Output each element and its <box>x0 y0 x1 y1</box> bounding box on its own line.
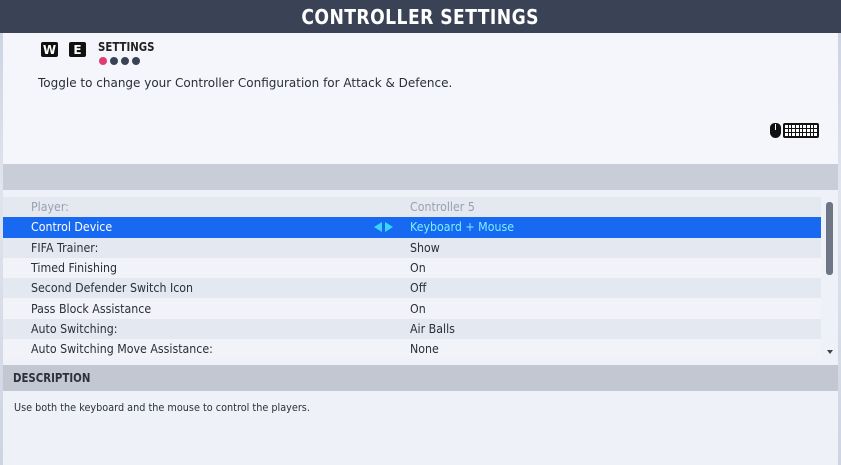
setting-value: On <box>410 301 426 316</box>
setting-value: Air Balls <box>410 321 455 336</box>
setting-value: Off <box>410 281 427 296</box>
panel-header: W E SETTINGS Toggle to change your Contr… <box>3 33 838 164</box>
page-dot-3[interactable] <box>121 57 129 65</box>
setting-label: FIFA Trainer: <box>31 240 99 255</box>
setting-label: Auto Switching: <box>31 321 118 336</box>
setting-row-second-defender[interactable]: Second Defender Switch Icon Off <box>3 278 821 299</box>
setting-label: Player: <box>31 200 69 215</box>
settings-list: Player: Controller 5 Control Device Keyb… <box>3 197 821 360</box>
setting-row-auto-switching-move[interactable]: Auto Switching Move Assistance: None <box>3 339 821 360</box>
setting-label: Auto Switching Move Assistance: <box>31 342 213 357</box>
page-dot-2[interactable] <box>110 57 118 65</box>
settings-panel: W E SETTINGS Toggle to change your Contr… <box>3 33 838 465</box>
arrow-left-icon[interactable] <box>374 222 382 233</box>
description-text: Use both the keyboard and the mouse to c… <box>14 401 310 414</box>
key-w-icon[interactable]: W <box>41 42 58 57</box>
section-label: SETTINGS <box>98 40 155 54</box>
setting-value: Keyboard + Mouse <box>410 220 514 235</box>
setting-label: Timed Finishing <box>31 261 118 276</box>
description-body: Use both the keyboard and the mouse to c… <box>3 391 838 465</box>
setting-label: Control Device <box>31 220 113 235</box>
page-dots <box>99 57 140 65</box>
setting-label: Second Defender Switch Icon <box>31 281 194 296</box>
toggle-arrows[interactable] <box>374 222 393 233</box>
mouse-icon <box>770 123 781 138</box>
scroll-down-icon[interactable] <box>827 350 833 354</box>
setting-label: Pass Block Assistance <box>31 301 152 316</box>
scrollbar-thumb[interactable] <box>826 202 833 275</box>
device-icons <box>770 123 819 138</box>
instruction-text: Toggle to change your Controller Configu… <box>38 76 453 90</box>
arrow-right-icon[interactable] <box>385 222 393 233</box>
setting-row-auto-switching[interactable]: Auto Switching: Air Balls <box>3 318 821 340</box>
setting-value: Controller 5 <box>410 200 475 215</box>
key-e-icon[interactable]: E <box>69 42 86 57</box>
setting-row-pass-block[interactable]: Pass Block Assistance On <box>3 298 821 319</box>
setting-value: On <box>410 261 426 276</box>
setting-value: None <box>410 342 439 357</box>
setting-value: Show <box>410 240 440 255</box>
setting-row-player: Player: Controller 5 <box>3 197 821 218</box>
divider-band <box>3 164 838 190</box>
description-heading: DESCRIPTION <box>13 371 91 385</box>
setting-row-control-device[interactable]: Control Device Keyboard + Mouse <box>3 217 821 238</box>
scrollbar[interactable] <box>825 198 834 354</box>
page-dot-4[interactable] <box>132 57 140 65</box>
title-bar: CONTROLLER SETTINGS <box>0 0 841 33</box>
keyboard-icon <box>783 123 819 138</box>
page-title: CONTROLLER SETTINGS <box>301 4 540 29</box>
description-header: DESCRIPTION <box>3 365 838 391</box>
setting-row-timed-finishing[interactable]: Timed Finishing On <box>3 257 821 279</box>
page-dot-1[interactable] <box>99 57 107 65</box>
setting-row-fifa-trainer[interactable]: FIFA Trainer: Show <box>3 237 821 258</box>
